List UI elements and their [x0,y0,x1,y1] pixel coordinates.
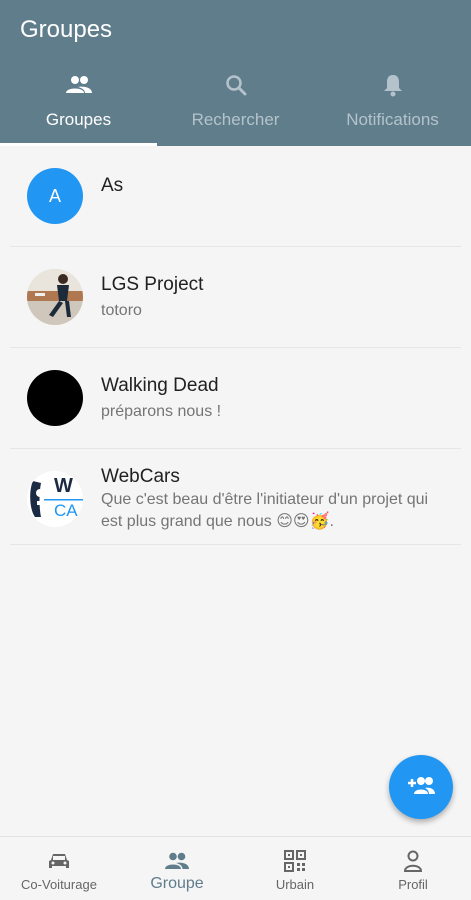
avatar: A [27,168,83,224]
tab-label: Groupes [45,110,112,129]
nav-label: Profil [398,877,428,892]
add-group-button[interactable] [389,755,453,819]
qr-code-icon [284,849,306,873]
group-name: LGS Project [101,274,204,295]
logo-avatar: W CA [27,471,83,527]
avatar [27,370,83,426]
tab-label: Notifications [346,110,439,129]
bell-icon [383,70,403,100]
person-icon [403,849,423,873]
people-icon [65,70,93,100]
tab-groupes[interactable]: Groupes [0,70,157,146]
group-list: A As LGS Project totoro Walking Dead pré… [0,146,471,545]
list-item[interactable]: W CA WebCars Que c'est beau d'être l'ini… [0,449,471,545]
group-subtitle: préparons nous ! [101,403,222,420]
divider [10,544,461,545]
group-subtitle: totoro [101,302,142,319]
logo-text: W [54,475,73,497]
nav-urbain[interactable]: Urbain [236,837,354,900]
group-add-icon [406,774,436,801]
page-title: Groupes [20,16,113,43]
list-item[interactable]: A As [0,146,471,247]
nav-co-voiturage[interactable]: Co-Voiturage [0,837,118,900]
bottom-navigation: Co-Voiturage Groupe Urbain Profil [0,836,471,900]
car-icon [47,849,71,873]
nav-label: Urbain [275,877,315,892]
avatar-letter: A [48,185,61,206]
list-item[interactable]: Walking Dead préparons nous ! [0,348,471,449]
nav-profil[interactable]: Profil [354,837,471,900]
group-name: WebCars [101,466,180,487]
people-icon [164,849,190,873]
app-bar: Groupes Groupes Rechercher Notifications [0,0,471,146]
group-subtitle: Que c'est beau d'être l'initiateur d'un … [101,491,429,530]
group-name: Walking Dead [101,375,219,396]
list-item[interactable]: LGS Project totoro [0,247,471,348]
tab-rechercher[interactable]: Rechercher [157,70,314,146]
nav-label: Groupe [150,875,204,892]
logo-text: CA [54,501,78,520]
tab-label: Rechercher [191,110,280,129]
photo-avatar [27,269,83,325]
nav-groupe[interactable]: Groupe [118,837,236,900]
search-icon [225,70,247,100]
nav-label: Co-Voiturage [21,877,97,892]
tab-notifications[interactable]: Notifications [314,70,471,146]
group-name: As [101,175,124,196]
